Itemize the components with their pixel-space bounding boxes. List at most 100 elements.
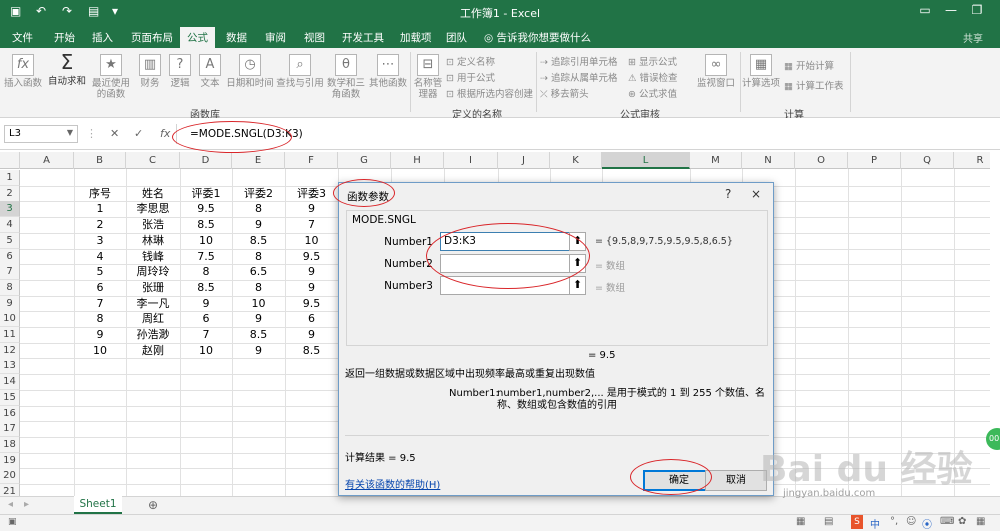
autosum-button[interactable]: Σ 自动求和 bbox=[48, 52, 86, 87]
row-header[interactable]: 10 bbox=[0, 311, 20, 328]
tab-insert[interactable]: 插入 bbox=[92, 30, 113, 45]
date-time-button[interactable]: ◷ 日期和时间 bbox=[226, 54, 274, 89]
tab-formulas[interactable]: 公式 bbox=[180, 27, 215, 48]
cell[interactable]: 李一凡 bbox=[126, 296, 180, 312]
column-header[interactable]: C bbox=[126, 152, 180, 169]
cell[interactable]: 9 bbox=[180, 296, 232, 312]
cell[interactable]: 8 bbox=[232, 280, 285, 296]
help-link[interactable]: 有关该函数的帮助(H) bbox=[345, 476, 440, 491]
column-header[interactable]: B bbox=[74, 152, 126, 169]
macro-record-icon[interactable]: ▣ bbox=[8, 517, 17, 527]
tab-file[interactable]: 文件 bbox=[12, 30, 33, 45]
cell[interactable]: 1 bbox=[74, 201, 126, 217]
evaluate-formula-button[interactable]: ⊛ 公式求值 bbox=[628, 86, 677, 100]
cell[interactable]: 李思思 bbox=[126, 201, 180, 217]
restore-icon[interactable]: ❐ bbox=[962, 3, 992, 17]
financial-button[interactable]: ▥ 财务 bbox=[136, 54, 164, 89]
cell[interactable]: 10 bbox=[180, 233, 232, 249]
cell[interactable]: 8.5 bbox=[232, 327, 285, 343]
scroll-left-icon[interactable]: ◂ bbox=[8, 499, 13, 510]
calc-now-button[interactable]: ▦ 开始计算 bbox=[784, 58, 834, 72]
cell[interactable]: 林琳 bbox=[126, 233, 180, 249]
cell[interactable]: 6 bbox=[74, 280, 126, 296]
mic-icon[interactable]: ⦿ bbox=[922, 516, 932, 531]
tab-home[interactable]: 开始 bbox=[54, 30, 75, 45]
cell[interactable]: 评委2 bbox=[232, 186, 285, 202]
cell[interactable]: 6 bbox=[180, 311, 232, 327]
row-header[interactable]: 5 bbox=[0, 232, 20, 249]
cell[interactable]: 周红 bbox=[126, 311, 180, 327]
cell[interactable]: 8.5 bbox=[180, 217, 232, 233]
ime-chinese-icon[interactable]: 中 bbox=[870, 516, 880, 531]
create-from-selection-button[interactable]: ⊡ 根据所选内容创建 bbox=[446, 86, 533, 100]
show-formulas-button[interactable]: ⊞ 显示公式 bbox=[628, 54, 677, 68]
page-layout-view-icon[interactable]: ▤ bbox=[824, 516, 833, 527]
cell[interactable]: 3 bbox=[74, 233, 126, 249]
row-header[interactable]: 2 bbox=[0, 185, 20, 202]
lookup-button[interactable]: ⌕ 查找与引用 bbox=[276, 54, 324, 89]
row-header[interactable]: 8 bbox=[0, 279, 20, 296]
keyboard-icon[interactable]: ⌨ bbox=[940, 516, 954, 527]
tab-developer[interactable]: 开发工具 bbox=[342, 30, 384, 45]
column-header[interactable]: D bbox=[180, 152, 232, 169]
column-header[interactable]: I bbox=[444, 152, 498, 169]
column-header[interactable]: N bbox=[742, 152, 795, 169]
cell[interactable]: 10 bbox=[232, 296, 285, 312]
cell[interactable]: 10 bbox=[285, 233, 338, 249]
fx-icon[interactable]: fx bbox=[160, 127, 170, 140]
cell[interactable]: 9.5 bbox=[180, 201, 232, 217]
tab-view[interactable]: 视图 bbox=[304, 30, 325, 45]
row-header[interactable]: 11 bbox=[0, 327, 20, 343]
name-manager-button[interactable]: ⊟ 名称管理器 bbox=[412, 54, 444, 100]
cell[interactable]: 7.5 bbox=[180, 249, 232, 265]
column-header[interactable]: J bbox=[498, 152, 550, 169]
column-header[interactable]: L bbox=[602, 152, 690, 169]
column-header[interactable]: H bbox=[391, 152, 444, 169]
cell[interactable]: 2 bbox=[74, 217, 126, 233]
remove-arrows-button[interactable]: ⤫ 移去箭头 bbox=[540, 86, 589, 100]
help-icon[interactable]: ? bbox=[725, 187, 731, 201]
row-header[interactable]: 14 bbox=[0, 374, 20, 391]
cell[interactable]: 评委1 bbox=[180, 186, 232, 202]
row-header[interactable]: 15 bbox=[0, 389, 20, 406]
cell[interactable]: 4 bbox=[74, 249, 126, 265]
cell[interactable]: 8 bbox=[180, 264, 232, 280]
cell[interactable]: 钱峰 bbox=[126, 249, 180, 265]
column-header[interactable]: R bbox=[954, 152, 990, 169]
cell[interactable]: 9 bbox=[285, 201, 338, 217]
row-header[interactable]: 12 bbox=[0, 342, 20, 359]
cancel-button[interactable]: 取消 bbox=[705, 470, 767, 491]
row-header[interactable]: 13 bbox=[0, 358, 20, 375]
row-header[interactable]: 1 bbox=[0, 170, 20, 186]
cell[interactable]: 8 bbox=[74, 311, 126, 327]
normal-view-icon[interactable]: ▦ bbox=[796, 516, 805, 527]
menu-icon[interactable]: ▦ bbox=[976, 516, 985, 527]
cell[interactable]: 6.5 bbox=[232, 264, 285, 280]
cell[interactable]: 8.5 bbox=[285, 343, 338, 359]
column-header[interactable]: A bbox=[20, 152, 74, 169]
row-header[interactable]: 20 bbox=[0, 468, 20, 485]
add-sheet-icon[interactable]: ⊕ bbox=[148, 498, 158, 512]
cell[interactable]: 9 bbox=[285, 327, 338, 343]
cell[interactable]: 10 bbox=[180, 343, 232, 359]
ime-punct-icon[interactable]: °, bbox=[890, 516, 898, 527]
insert-function-button[interactable]: fx 插入函数 bbox=[4, 54, 42, 89]
row-header[interactable]: 19 bbox=[0, 452, 20, 469]
use-in-formula-button[interactable]: ⊡ 用于公式 bbox=[446, 70, 495, 84]
column-header[interactable]: K bbox=[550, 152, 602, 169]
cell[interactable]: 9.5 bbox=[285, 296, 338, 312]
text-button[interactable]: A 文本 bbox=[196, 54, 224, 89]
tab-addins[interactable]: 加载项 bbox=[400, 30, 432, 45]
skin-icon[interactable]: ✿ bbox=[958, 516, 966, 527]
column-header[interactable]: G bbox=[338, 152, 391, 169]
cell[interactable]: 8 bbox=[232, 201, 285, 217]
row-header[interactable]: 7 bbox=[0, 264, 20, 281]
column-header[interactable]: E bbox=[232, 152, 285, 169]
emoji-icon[interactable]: ☺ bbox=[906, 516, 916, 527]
row-header[interactable]: 4 bbox=[0, 217, 20, 234]
error-checking-button[interactable]: ⚠ 错误检查 bbox=[628, 70, 678, 84]
sheet-tab[interactable]: Sheet1 bbox=[74, 496, 122, 514]
more-functions-button[interactable]: ⋯ 其他函数 bbox=[368, 54, 408, 89]
row-header[interactable]: 3 bbox=[0, 201, 20, 218]
column-header[interactable]: P bbox=[848, 152, 901, 169]
